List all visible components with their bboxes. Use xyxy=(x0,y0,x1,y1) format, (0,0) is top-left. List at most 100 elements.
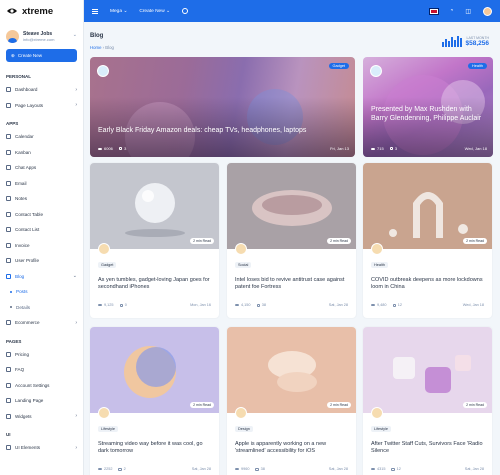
sidebar-item-email[interactable]: Email xyxy=(6,176,77,192)
bell-icon[interactable]: ◔ xyxy=(450,8,454,14)
sidebar-item-label: Contact List xyxy=(15,227,40,233)
post-date: Sat, Jan 28 xyxy=(328,303,348,307)
avatar[interactable] xyxy=(483,6,492,16)
last-month-stat: LAST MONTH $58,256 xyxy=(441,36,490,47)
account-settings-icon xyxy=(6,382,11,388)
sidebar-item-faq[interactable]: FAQ xyxy=(6,362,77,378)
logo-icon xyxy=(7,8,17,14)
message-icon[interactable]: ◫ xyxy=(465,8,471,15)
comment-icon xyxy=(118,467,122,471)
sidebar-item-contact-list[interactable]: Contact List xyxy=(6,222,77,238)
sidebar-item-ui-elements[interactable]: UI Elements › xyxy=(6,440,77,456)
sidebar-nav: PERSONAL Dashboard › Page Layouts › APPS Calen… xyxy=(0,62,83,456)
comment-icon xyxy=(391,467,395,471)
sidebar-item-label: Contact Table xyxy=(15,211,44,217)
search-icon[interactable] xyxy=(182,8,189,14)
sidebar-item-ecommerce[interactable]: Ecommerce › xyxy=(6,315,77,331)
post-card[interactable]: 2 min Read Design Apple is apparently work… xyxy=(227,327,356,475)
featured-title[interactable]: Early Black Friday Amazon deals: cheap T… xyxy=(98,126,347,135)
post-card[interactable]: 2 min Read Gadget As yen tumbles, gadget-l… xyxy=(90,163,219,318)
sidebar-item-blog[interactable]: Blog ⌄ xyxy=(6,269,77,285)
featured-post[interactable]: Health Presented by Max Rushden with Bar… xyxy=(363,57,493,157)
post-title[interactable]: Apple is apparently working on a new 'st… xyxy=(235,441,348,455)
comment-icon xyxy=(255,467,259,471)
post-image[interactable]: 2 min Read xyxy=(363,327,492,413)
chevron-right-icon: › xyxy=(75,444,77,451)
nav-caption: PERSONAL xyxy=(6,74,32,79)
category-badge: Gadget xyxy=(328,63,349,69)
sidebar-item-label: Details xyxy=(16,304,31,310)
post-image[interactable]: 2 min Read xyxy=(90,163,219,249)
post-meta: 9,480 12 Wed, Jan 18 xyxy=(371,303,484,307)
stat-value: $58,256 xyxy=(465,40,490,47)
post-date: Wed, Jan 18 xyxy=(462,303,484,307)
create-new-button[interactable]: ⊕ Create New xyxy=(6,49,77,62)
featured-post[interactable]: Gadget Early Black Friday Amazon deals: … xyxy=(90,57,355,157)
mega-menu-link[interactable]: Mega ⌄ xyxy=(110,9,127,14)
comment-icon xyxy=(118,147,123,151)
sidebar-item-widgets[interactable]: Widgets › xyxy=(6,409,77,425)
post-image[interactable]: 2 min Read xyxy=(227,163,356,249)
category-tag: Lifestyle xyxy=(371,426,391,432)
chevron-down-icon: ⌄ xyxy=(72,273,77,280)
user-profile[interactable]: Steave Jobs info@xtreme.com ⌄ xyxy=(0,22,83,43)
avatar[interactable] xyxy=(370,65,382,77)
post-image[interactable]: 2 min Read xyxy=(363,163,492,249)
avatar[interactable] xyxy=(97,65,109,77)
create-new-link[interactable]: Create New ⌄ xyxy=(139,9,170,14)
breadcrumb-current: Blog xyxy=(105,45,114,50)
brand[interactable]: xtreme xyxy=(0,0,83,22)
page-title: Blog xyxy=(90,33,104,39)
language-flag-icon[interactable] xyxy=(428,7,439,15)
sidebar-item-invoice[interactable]: Invoice xyxy=(6,238,77,254)
post-title[interactable]: Streaming video way before it was cool, … xyxy=(98,441,211,455)
ecommerce-icon xyxy=(6,320,11,326)
eye-icon xyxy=(235,467,239,471)
menu-icon[interactable] xyxy=(92,8,98,14)
post-card[interactable]: 2 min Read Health COVID outbreak deepens a… xyxy=(363,163,492,318)
avatar[interactable] xyxy=(98,243,110,255)
sidebar-item-page-layouts[interactable]: Page Layouts › xyxy=(6,98,77,114)
post-title[interactable]: Intel loses bid to revive antitrust case… xyxy=(235,277,348,291)
sidebar-item-details[interactable]: Details xyxy=(6,300,77,316)
post-title[interactable]: As yen tumbles, gadget-loving Japan goes… xyxy=(98,277,211,291)
sidebar-item-user-profile[interactable]: User Profile xyxy=(6,253,77,269)
sidebar: xtreme Steave Jobs info@xtreme.com ⌄ ⊕ C… xyxy=(0,0,84,475)
post-card[interactable]: 2 min Read Lifestyle Streaming video way b… xyxy=(90,327,219,475)
post-meta: 4315 12 Sat, Jan 28 xyxy=(371,467,484,471)
post-meta: 9,125 0 Mon, Jan 16 xyxy=(98,303,211,307)
avatar[interactable] xyxy=(235,243,247,255)
sidebar-item-posts[interactable]: Posts xyxy=(6,284,77,300)
sidebar-item-dashboard[interactable]: Dashboard › xyxy=(6,82,77,98)
avatar[interactable] xyxy=(98,407,110,419)
breadcrumb-home[interactable]: Home xyxy=(90,45,101,50)
post-image[interactable]: 2 min Read xyxy=(90,327,219,413)
avatar[interactable] xyxy=(371,407,383,419)
avatar[interactable] xyxy=(235,407,247,419)
sidebar-item-chat-apps[interactable]: Chat Apps xyxy=(6,160,77,176)
sidebar-item-pricing[interactable]: Pricing xyxy=(6,347,77,363)
view-count: 9,125 xyxy=(98,303,114,307)
post-date: Wed, Jan 18 xyxy=(464,146,487,151)
post-image[interactable]: 2 min Read xyxy=(227,327,356,413)
sidebar-item-landing-page[interactable]: Landing Page xyxy=(6,393,77,409)
blog-icon xyxy=(6,273,11,279)
post-card[interactable]: 2 min Read Social Intel loses bid to reviv… xyxy=(227,163,356,318)
chevron-right-icon: › xyxy=(75,86,77,93)
avatar[interactable] xyxy=(371,243,383,255)
post-card[interactable]: 2 min Read Lifestyle After Twitter Staff C… xyxy=(363,327,492,475)
sidebar-item-calendar[interactable]: Calendar xyxy=(6,129,77,145)
sidebar-item-account-settings[interactable]: Account Settings xyxy=(6,378,77,394)
sidebar-item-kanban[interactable]: Kanban xyxy=(6,145,77,161)
sidebar-item-contact-table[interactable]: Contact Table xyxy=(6,207,77,223)
dot-icon xyxy=(10,306,12,309)
chevron-down-icon[interactable]: ⌄ xyxy=(73,32,77,38)
post-meta: 2252 2 Sat, Jan 28 xyxy=(98,467,211,471)
post-title[interactable]: COVID outbreak deepens as more lockdowns… xyxy=(371,277,484,291)
featured-title[interactable]: Presented by Max Rushden with Barry Glen… xyxy=(371,105,487,123)
view-count: 4315 xyxy=(371,467,385,471)
view-count: 6006 xyxy=(98,146,113,151)
sidebar-item-notes[interactable]: Notes xyxy=(6,191,77,207)
eye-icon xyxy=(98,147,102,151)
post-title[interactable]: After Twitter Staff Cuts, Survivors Face… xyxy=(371,441,484,455)
